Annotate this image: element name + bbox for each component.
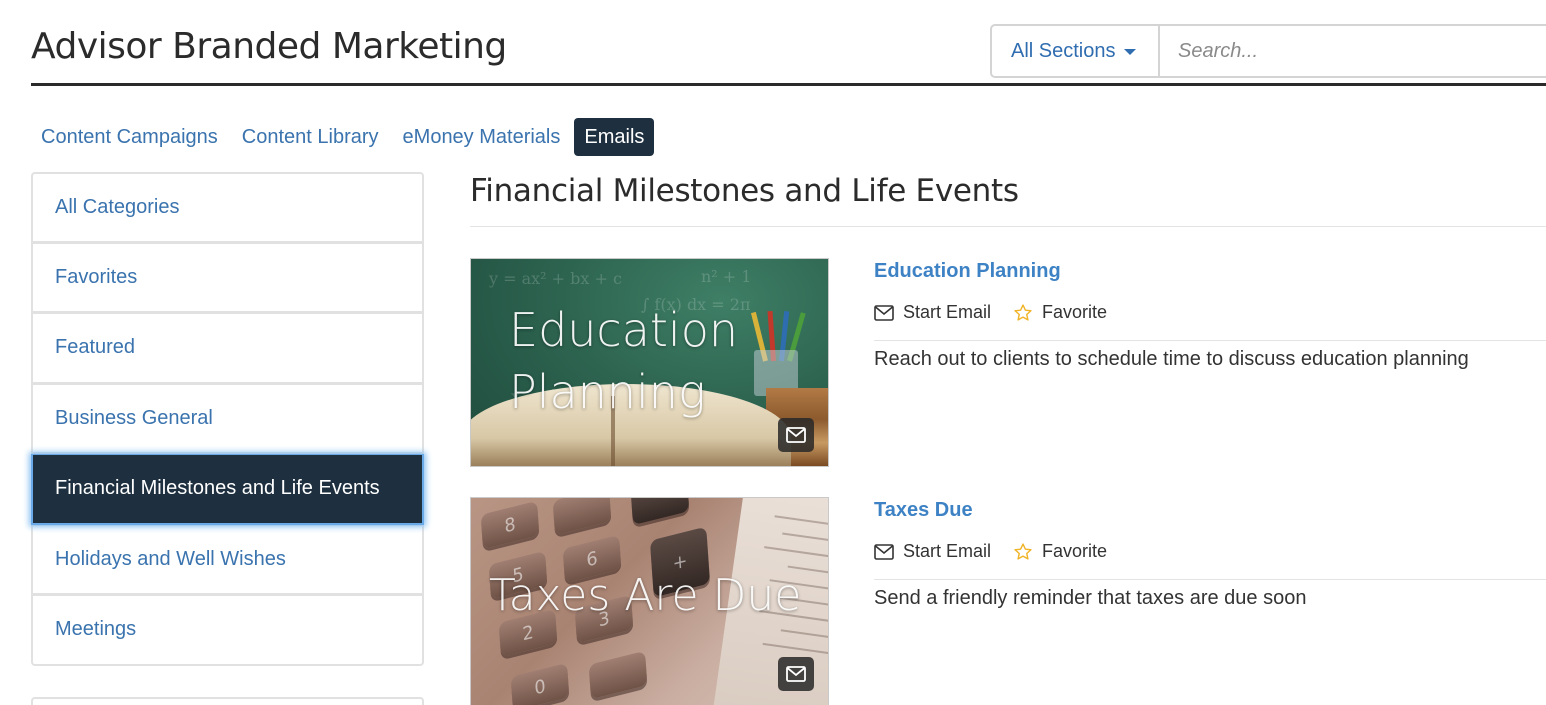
category-sidebar: All Categories Favorites Featured Busine… — [31, 172, 424, 666]
star-outline-icon — [1014, 303, 1032, 321]
divider — [874, 579, 1546, 580]
email-actions: Start Email Favorite — [874, 541, 1129, 562]
envelope-icon — [778, 657, 814, 691]
email-description: Send a friendly reminder that taxes are … — [874, 587, 1307, 609]
email-title-link[interactable]: Education Planning — [874, 260, 1061, 283]
divider — [874, 340, 1546, 341]
sidebar-item-meetings[interactable]: Meetings — [31, 595, 424, 666]
section-tabs: Content Campaigns Content Library eMoney… — [31, 118, 658, 156]
app-title: Advisor Branded Marketing — [31, 26, 507, 67]
email-description: Reach out to clients to schedule time to… — [874, 348, 1469, 370]
thumbnail-caption: Taxes Are Due — [489, 570, 802, 621]
envelope-icon — [874, 304, 894, 321]
sidebar-item-business-general[interactable]: Business General — [31, 383, 424, 454]
thumbnail-caption: Planning — [509, 365, 706, 419]
favorite-label: Favorite — [1042, 541, 1108, 561]
start-email-button[interactable]: Start Email — [874, 302, 991, 323]
star-outline-icon — [1014, 542, 1032, 560]
sidebar-item-holidays[interactable]: Holidays and Well Wishes — [31, 524, 424, 595]
divider — [470, 226, 1546, 227]
caret-down-icon — [1123, 49, 1136, 55]
email-card: y = ax² + bx + c ∫ f(x) dx = 2π x = √(b²… — [470, 258, 1546, 468]
envelope-icon — [778, 418, 814, 452]
sidebar-item-favorites[interactable]: Favorites — [31, 242, 424, 313]
tab-emoney-materials[interactable]: eMoney Materials — [393, 118, 571, 156]
chalkboard-image: y = ax² + bx + c ∫ f(x) dx = 2π x = √(b²… — [471, 259, 828, 466]
sidebar-item-all-categories[interactable]: All Categories — [31, 172, 424, 243]
favorite-label: Favorite — [1042, 302, 1108, 322]
search-input[interactable] — [1162, 28, 1546, 74]
start-email-button[interactable]: Start Email — [874, 541, 991, 562]
start-email-label: Start Email — [903, 302, 992, 322]
search-box: All Sections — [990, 24, 1546, 78]
tab-content-campaigns[interactable]: Content Campaigns — [31, 118, 228, 156]
favorite-button[interactable]: Favorite — [1013, 302, 1107, 323]
section-select[interactable]: All Sections — [992, 26, 1160, 76]
sidebar-item-featured[interactable]: Featured — [31, 313, 424, 384]
envelope-icon — [874, 543, 894, 560]
email-thumbnail[interactable]: y = ax² + bx + c ∫ f(x) dx = 2π x = √(b²… — [470, 258, 829, 467]
email-title-link[interactable]: Taxes Due — [874, 499, 973, 522]
favorite-button[interactable]: Favorite — [1013, 541, 1107, 562]
header: Advisor Branded Marketing All Sections — [31, 0, 1546, 86]
section-select-label: All Sections — [1011, 39, 1116, 62]
email-actions: Start Email Favorite — [874, 302, 1129, 323]
start-email-label: Start Email — [903, 541, 992, 561]
sidebar-secondary-panel — [31, 697, 424, 705]
thumbnail-caption: Education — [509, 303, 739, 357]
sidebar-item-financial-milestones[interactable]: Financial Milestones and Life Events — [31, 454, 424, 525]
tab-content-library[interactable]: Content Library — [232, 118, 389, 156]
email-thumbnail[interactable]: 8 5 6 + 2 3 0 Taxes Are Due — [470, 497, 829, 705]
email-card: 8 5 6 + 2 3 0 Taxes Are Due Taxes Due St… — [470, 497, 1546, 705]
page-title: Financial Milestones and Life Events — [470, 173, 1019, 209]
tab-emails[interactable]: Emails — [574, 118, 655, 156]
